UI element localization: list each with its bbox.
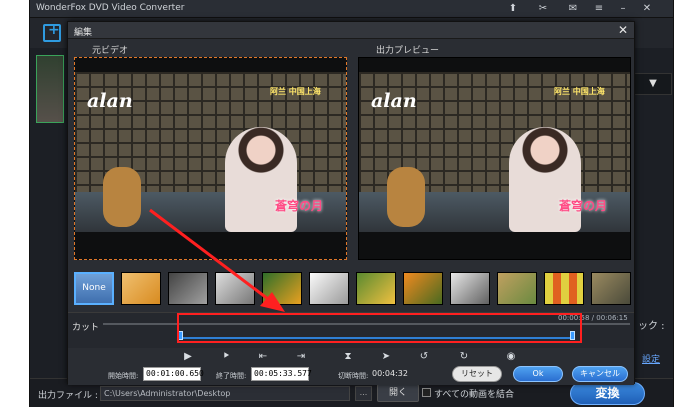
output-preview-label: 出力プレビュー — [376, 46, 440, 56]
output-path-field[interactable]: C:\Users\Administrator\Desktop — [100, 386, 350, 401]
rotate-right-icon[interactable]: ↻ — [456, 350, 472, 364]
guitar-image — [103, 167, 141, 227]
cancel-button[interactable]: キャンセル — [572, 366, 628, 382]
play-icon[interactable]: ▶ — [180, 350, 196, 364]
video-frame: alan 阿兰 中国上海 蒼穹の月 — [359, 72, 630, 232]
app-title: WonderFox DVD Video Converter — [36, 3, 185, 13]
add-file-icon[interactable] — [43, 22, 61, 42]
upload-icon[interactable]: ⬆ — [502, 1, 524, 16]
video-caption: 阿兰 中国上海 — [554, 87, 605, 96]
tools-icon[interactable]: ✂ — [532, 1, 554, 16]
browse-button[interactable]: ... — [355, 386, 372, 401]
end-time-input[interactable]: 00:05:33.577 — [251, 367, 312, 381]
settings-link[interactable]: 設定 — [642, 352, 660, 365]
filter-thumb[interactable] — [215, 272, 255, 305]
video-frame: alan 阿兰 中国上海 蒼穹の月 — [75, 72, 346, 232]
filter-thumb[interactable] — [168, 272, 208, 305]
filter-none[interactable]: None — [74, 272, 114, 305]
convert-button[interactable]: 変換 — [570, 382, 645, 405]
start-time-label: 開始時間: — [108, 372, 139, 380]
filter-thumb[interactable] — [403, 272, 443, 305]
start-time-input[interactable]: 00:01:00.650 — [143, 367, 204, 381]
end-time-label: 終了時間: — [216, 372, 247, 380]
filter-thumb[interactable] — [121, 272, 161, 305]
annotation-highlight-box — [177, 313, 582, 343]
original-video-pane[interactable]: alan 阿兰 中国上海 蒼穹の月 — [74, 57, 347, 260]
filter-thumb[interactable] — [309, 272, 349, 305]
file-thumbnail[interactable] — [36, 55, 64, 123]
duration-label: 切断時間: — [338, 372, 369, 380]
filter-thumb[interactable] — [450, 272, 490, 305]
open-button[interactable]: 開く — [377, 384, 419, 402]
output-preview-pane: alan 阿兰 中国上海 蒼穹の月 — [358, 57, 631, 260]
filter-thumb[interactable] — [544, 272, 584, 305]
filter-thumb[interactable] — [591, 272, 631, 305]
guitar-image — [387, 167, 425, 227]
playback-controls: ▶ ⯈ ⇤ ⇥ ⧗ ➤ ↺ ↻ ◉ — [68, 350, 634, 366]
original-video-label: 元ビデオ — [92, 46, 129, 56]
close-icon[interactable]: ✕ — [636, 1, 658, 16]
format-dropdown[interactable]: ▼ — [634, 73, 672, 95]
filter-thumb[interactable] — [262, 272, 302, 305]
dialog-title: 編集 — [74, 28, 93, 38]
app-titlebar: WonderFox DVD Video Converter ⬆ ✂ ✉ ≡ – … — [30, 0, 673, 18]
dialog-titlebar: 編集 ✕ — [68, 22, 634, 39]
video-logo: alan — [87, 90, 133, 112]
filter-thumb[interactable] — [356, 272, 396, 305]
singer-image — [509, 127, 581, 232]
minimize-icon[interactable]: – — [612, 1, 634, 16]
feedback-icon[interactable]: ✉ — [562, 1, 584, 16]
merge-checkbox[interactable] — [422, 388, 431, 397]
video-song-title: 蒼穹の月 — [559, 199, 608, 213]
snapshot-icon[interactable]: ◉ — [503, 350, 519, 364]
step-icon[interactable]: ⯈ — [218, 350, 234, 364]
dialog-close-icon[interactable]: ✕ — [618, 23, 628, 37]
cut-label: カット — [72, 323, 100, 333]
video-logo: alan — [371, 90, 417, 112]
side-label: ック : — [638, 321, 665, 332]
rotate-left-icon[interactable]: ↺ — [416, 350, 432, 364]
dialog-footer: 開始時間: 00:01:00.650 終了時間: 00:05:33.577 切断… — [68, 366, 634, 385]
mark-end-icon[interactable]: ⇥ — [293, 350, 309, 364]
mark-start-icon[interactable]: ⇤ — [255, 350, 271, 364]
singer-image — [225, 127, 297, 232]
filter-strip: None — [74, 272, 631, 308]
ok-button[interactable]: Ok — [513, 366, 563, 382]
merge-label: すべての動画を結合 — [434, 390, 515, 400]
flip-icon[interactable]: ⧗ — [340, 350, 356, 364]
reset-button[interactable]: リセット — [452, 366, 502, 382]
menu-icon[interactable]: ≡ — [588, 1, 610, 16]
video-song-title: 蒼穹の月 — [275, 199, 324, 213]
output-file-label: 出力ファイル : — [38, 391, 98, 401]
filter-thumb[interactable] — [497, 272, 537, 305]
next-icon[interactable]: ➤ — [378, 350, 394, 364]
duration-value: 00:04:32 — [372, 369, 408, 378]
video-caption: 阿兰 中国上海 — [270, 87, 321, 96]
